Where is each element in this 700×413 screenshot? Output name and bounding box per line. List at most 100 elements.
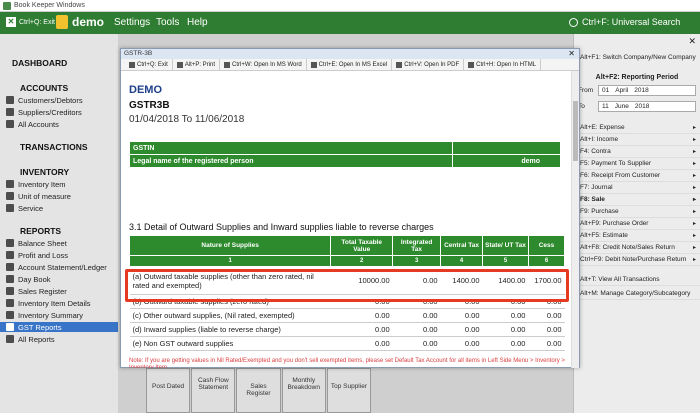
tax-note: Note: If you are getting values in Nil R… <box>129 358 565 368</box>
report-document: DEMO GSTR3B 01/04/2018 To 11/06/2018 GST… <box>121 71 573 368</box>
value-cell: 0.00 <box>440 308 483 323</box>
caret-icon: ▸ <box>692 209 696 215</box>
chart-icon <box>6 299 14 307</box>
exit-icon <box>129 61 135 68</box>
switch-company-link[interactable]: Alt+F1: Switch Company/New Company <box>580 54 696 61</box>
tile-monthly-breakdown[interactable]: Monthly Breakdown <box>281 368 326 413</box>
value-cell: 0.00 <box>528 308 565 323</box>
close-window-icon[interactable]: ✕ <box>568 49 575 58</box>
sidebar-item-suppliers[interactable]: Suppliers/Creditors <box>6 107 118 117</box>
value-cell: 0.00 <box>482 322 529 337</box>
close-panel-icon[interactable]: ✕ <box>688 36 696 47</box>
universal-search[interactable]: Ctrl+F: Universal Search <box>569 17 680 27</box>
shortcut-contra[interactable]: F4: Contra ▸ <box>574 146 700 158</box>
reporting-period-title: Alt+F2: Reporting Period <box>595 74 679 81</box>
scale-icon <box>6 192 14 200</box>
manage-category-link[interactable]: Alt+M: Manage Category/Subcategory <box>574 288 700 300</box>
ledger-icon <box>6 263 14 271</box>
value-cell: 0.00 <box>392 336 441 351</box>
open-excel-button[interactable]: Ctrl+E: Open In MS Excel <box>307 59 393 70</box>
list-icon <box>6 120 14 128</box>
exit-report-button[interactable]: Ctrl+Q: Exit <box>125 59 173 70</box>
col-nature: Nature of Supplies <box>128 235 332 256</box>
scroll-thumb[interactable] <box>573 101 578 161</box>
tile-cash-flow[interactable]: Cash Flow Statement <box>191 368 236 413</box>
sidebar-item-day-book[interactable]: Day Book <box>6 274 118 284</box>
menu-settings[interactable]: Settings <box>114 17 150 28</box>
window-titlebar: Book Keeper Windows <box>0 0 700 12</box>
report-window-title: GSTR-3B <box>121 49 579 59</box>
shortcut-expense[interactable]: Alt+E: Expense ▸ <box>574 122 700 134</box>
shortcut-estimate[interactable]: Alt+F5: Estimate ▸ <box>574 230 700 242</box>
shortcut-income[interactable]: Alt+I: Income ▸ <box>574 134 700 146</box>
sidebar-item-customers[interactable]: Customers/Debtors <box>6 95 118 105</box>
shortcut-purchase[interactable]: F9: Purchase ▸ <box>574 206 700 218</box>
reports-header: REPORTS <box>20 226 62 236</box>
reports-icon <box>6 335 14 343</box>
sidebar-item-profit-loss[interactable]: Profit and Loss <box>6 250 118 260</box>
shortcut-credit-note[interactable]: Alt+F8: Credit Note/Sales Return ▸ <box>574 242 700 254</box>
value-cell: 0.00 <box>330 322 393 337</box>
sidebar-item-all-accounts[interactable]: All Accounts <box>6 119 118 129</box>
menu-tools[interactable]: Tools <box>156 17 179 28</box>
sidebar-item-account-statement[interactable]: Account Statement/Ledger <box>6 262 118 272</box>
sidebar-item-service[interactable]: Service <box>6 203 118 213</box>
sidebar-item-inventory-item[interactable]: Inventory Item <box>6 179 118 189</box>
tile-post-dated[interactable]: Post Dated <box>146 368 191 413</box>
from-date-picker[interactable]: 01 April 2018 <box>598 85 696 96</box>
highlight-box <box>125 269 569 302</box>
sidebar-item-inventory-summary[interactable]: Inventory Summary <box>6 310 118 320</box>
balance-sheet-icon <box>6 239 14 247</box>
gstin-table: GSTIN Legal name of the registered perso… <box>129 141 562 168</box>
print-button[interactable]: Alt+P: Print <box>173 59 221 70</box>
left-sidebar: DASHBOARD ACCOUNTS Customers/Debtors Sup… <box>0 34 118 413</box>
legal-name-label: Legal name of the registered person <box>129 154 453 168</box>
dashboard-tiles: Post Dated Cash Flow Statement Sales Reg… <box>146 368 372 413</box>
view-all-transactions-link[interactable]: Alt+T: View All Transactions <box>574 274 700 286</box>
gstr3b-window: GSTR-3B ✕ Ctrl+Q: Exit Alt+P: Print Ctrl… <box>120 48 580 368</box>
coins-icon <box>6 251 14 259</box>
sidebar-item-inventory-details[interactable]: Inventory Item Details <box>6 298 118 308</box>
caret-icon: ▸ <box>692 257 696 263</box>
value-cell: 0.00 <box>482 336 529 351</box>
exit-button[interactable]: ✕ Ctrl+Q: Exit <box>6 17 55 27</box>
caret-icon: ▸ <box>692 161 696 167</box>
table-row: (c) Other outward supplies, (Nil rated, … <box>129 308 565 323</box>
company-brand[interactable]: demo <box>56 15 104 29</box>
col-number: 4 <box>440 255 484 267</box>
sidebar-item-unit-of-measure[interactable]: Unit of measure <box>6 191 118 201</box>
nature-cell: (e) Non GST outward supplies <box>129 336 331 351</box>
open-html-button[interactable]: Ctrl+H: Open In HTML <box>464 59 542 70</box>
col-integrated-tax: Integrated Tax <box>392 235 442 256</box>
tile-top-supplier[interactable]: Top Supplier <box>326 368 372 413</box>
shortcut-receipt[interactable]: F6: Receipt From Customer ▸ <box>574 170 700 182</box>
open-word-button[interactable]: Ctrl+W: Open In MS Word <box>220 59 307 70</box>
sidebar-item-gst-reports[interactable]: GST Reports <box>0 322 118 332</box>
transactions-header[interactable]: TRANSACTIONS <box>20 142 88 152</box>
nature-cell: (c) Other outward supplies, (Nil rated, … <box>129 308 331 323</box>
nav-dashboard[interactable]: DASHBOARD <box>12 58 67 68</box>
sidebar-item-balance-sheet[interactable]: Balance Sheet <box>6 238 118 248</box>
shortcut-purchase-order[interactable]: Alt+F9: Purchase Order ▸ <box>574 218 700 230</box>
open-pdf-button[interactable]: Ctrl+V: Open In PDF <box>392 59 465 70</box>
report-toolbar: Ctrl+Q: Exit Alt+P: Print Ctrl+W: Open I… <box>121 59 579 71</box>
summary-icon <box>6 311 14 319</box>
shortcut-payment[interactable]: F5: Payment To Supplier ▸ <box>574 158 700 170</box>
col-number: 1 <box>128 255 332 267</box>
col-cess: Cess <box>527 235 566 256</box>
shortcut-sale[interactable]: F8: Sale ▸ <box>574 194 700 206</box>
shortcut-journal[interactable]: F7: Journal ▸ <box>574 182 700 194</box>
report-name: GSTR3B <box>129 100 170 111</box>
word-icon <box>224 61 231 68</box>
sidebar-item-all-reports[interactable]: All Reports <box>6 334 118 344</box>
legal-name-value: demo <box>451 154 562 168</box>
report-scrollbar[interactable] <box>571 71 579 368</box>
value-cell: 0.00 <box>392 308 441 323</box>
menu-help[interactable]: Help <box>187 17 208 28</box>
tile-sales-register[interactable]: Sales Register <box>236 368 281 413</box>
gear-icon <box>6 204 14 212</box>
exit-label: Ctrl+Q: Exit <box>19 18 55 26</box>
sidebar-item-sales-register[interactable]: Sales Register <box>6 286 118 296</box>
to-date-picker[interactable]: 11 June 2018 <box>598 101 696 112</box>
shortcut-debit-note[interactable]: Ctrl+F9: Debit Note/Purchase Return ▸ <box>574 254 700 266</box>
